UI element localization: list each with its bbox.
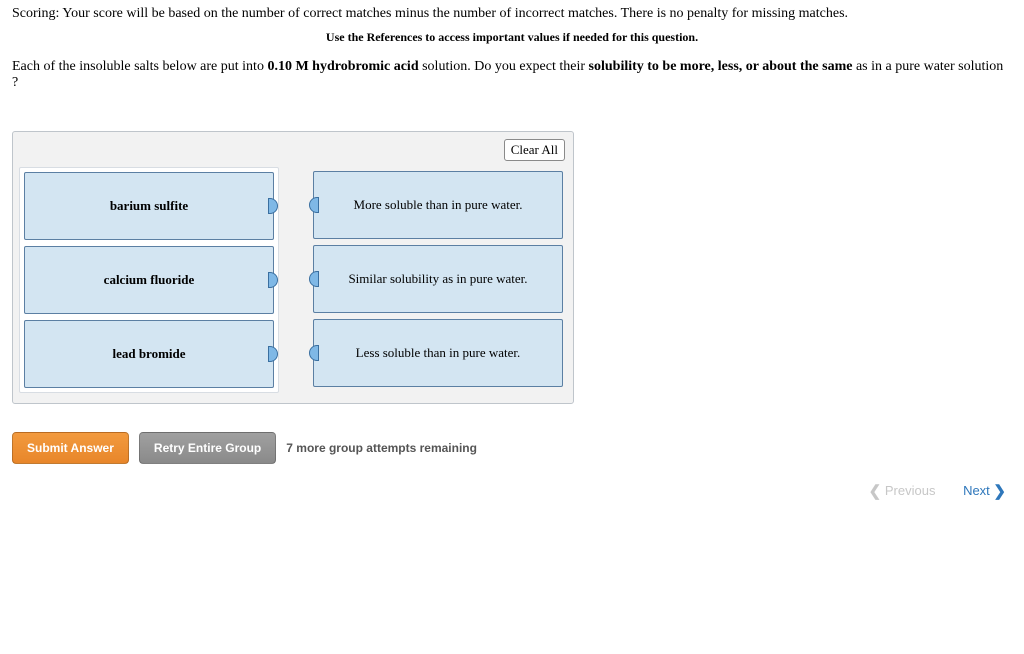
previous-link: ❮ Previous — [869, 483, 936, 498]
scoring-text: Scoring: Your score will be based on the… — [12, 6, 1012, 22]
option-card[interactable]: Similar solubility as in pure water. — [313, 245, 563, 313]
next-link[interactable]: Next ❯ — [963, 483, 1006, 498]
chevron-left-icon: ❮ — [869, 483, 882, 500]
option-label: More soluble than in pure water. — [354, 197, 523, 213]
salt-card[interactable]: lead bromide — [24, 320, 274, 388]
option-label: Less soluble than in pure water. — [356, 345, 521, 361]
salts-column: barium sulfite calcium fluoride lead bro… — [19, 167, 279, 393]
clear-all-button[interactable]: Clear All — [504, 139, 565, 161]
matching-panel: Clear All barium sulfite calcium fluorid… — [12, 131, 574, 404]
option-card[interactable]: Less soluble than in pure water. — [313, 319, 563, 387]
connector-peg[interactable] — [309, 271, 319, 287]
solubility-column: More soluble than in pure water. Similar… — [309, 167, 567, 393]
salt-card[interactable]: barium sulfite — [24, 172, 274, 240]
connector-peg[interactable] — [268, 272, 278, 288]
salt-label: calcium fluoride — [104, 272, 195, 288]
salt-card[interactable]: calcium fluoride — [24, 246, 274, 314]
submit-answer-button[interactable]: Submit Answer — [12, 432, 129, 464]
action-row: Submit Answer Retry Entire Group 7 more … — [12, 432, 1012, 464]
connector-peg[interactable] — [309, 345, 319, 361]
attempts-remaining: 7 more group attempts remaining — [286, 441, 477, 455]
chevron-right-icon: ❯ — [993, 483, 1006, 500]
option-label: Similar solubility as in pure water. — [348, 271, 527, 287]
pagination-row: ❮ Previous Next ❯ — [12, 482, 1012, 500]
question-text: Each of the insoluble salts below are pu… — [12, 59, 1012, 91]
connector-peg[interactable] — [268, 346, 278, 362]
connector-peg[interactable] — [309, 197, 319, 213]
salt-label: lead bromide — [112, 346, 185, 362]
references-hint: Use the References to access important v… — [12, 30, 1012, 45]
salt-label: barium sulfite — [110, 198, 188, 214]
connector-peg[interactable] — [268, 198, 278, 214]
retry-group-button[interactable]: Retry Entire Group — [139, 432, 276, 464]
option-card[interactable]: More soluble than in pure water. — [313, 171, 563, 239]
